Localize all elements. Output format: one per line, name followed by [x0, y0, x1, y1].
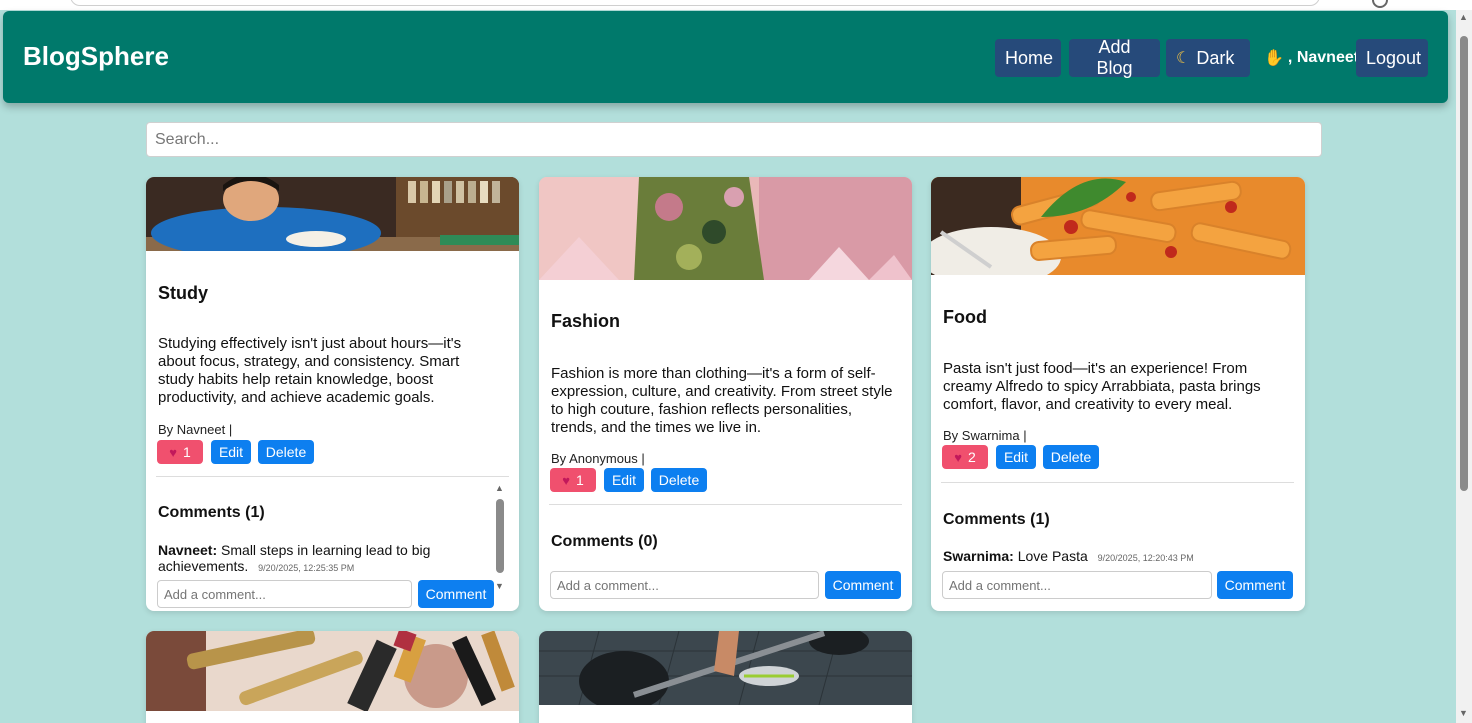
like-button[interactable]: ♥ 1	[550, 468, 596, 492]
study-image	[146, 177, 519, 251]
search-input[interactable]	[146, 122, 1322, 157]
navbar: BlogSphere Home Add Blog ☾ Dark ✋ , Navn…	[3, 11, 1448, 103]
page-scroll-thumb[interactable]	[1460, 36, 1468, 491]
home-button[interactable]: Home	[995, 39, 1061, 77]
like-button[interactable]: ♥ 1	[157, 440, 203, 464]
heart-icon: ♥	[954, 449, 962, 465]
add-blog-button[interactable]: Add Blog	[1069, 37, 1160, 78]
browser-address-bar[interactable]	[70, 0, 1320, 6]
comment-input[interactable]	[550, 571, 819, 599]
delete-button[interactable]: Delete	[258, 440, 314, 464]
scroll-down-arrow-icon[interactable]: ▼	[495, 581, 504, 591]
edit-button[interactable]: Edit	[211, 440, 251, 464]
divider	[156, 476, 509, 477]
comments-scroll-thumb[interactable]	[496, 499, 504, 573]
comment-text: Love Pasta	[1017, 548, 1088, 564]
comment-input[interactable]	[157, 580, 412, 608]
divider	[549, 504, 902, 505]
scroll-up-arrow-icon[interactable]: ▲	[1459, 12, 1468, 22]
blog-card-fashion: Fashion Fashion is more than clothing—it…	[539, 177, 912, 611]
comments-scrollbar[interactable]: ▲ ▼	[495, 483, 505, 593]
like-count: 2	[967, 449, 976, 465]
makeup-image	[146, 631, 519, 711]
comment-button[interactable]: Comment	[418, 580, 494, 608]
blog-card-fitness	[539, 631, 912, 723]
fashion-image	[539, 177, 912, 280]
divider	[941, 482, 1294, 483]
comments-title: Comments (0)	[551, 533, 658, 550]
comment-button[interactable]: Comment	[825, 571, 901, 599]
dark-mode-toggle[interactable]: ☾ Dark	[1166, 39, 1250, 77]
dark-mode-label: Dark	[1196, 47, 1235, 68]
delete-button[interactable]: Delete	[1043, 445, 1099, 469]
user-greeting: ✋ , Navneet	[1264, 48, 1359, 68]
comment-timestamp: 9/20/2025, 12:20:43 PM	[1097, 553, 1194, 563]
page-scrollbar[interactable]: ▲ ▼	[1456, 10, 1472, 723]
blog-card-food: Food Pasta isn't just food—it's an exper…	[931, 177, 1305, 611]
post-text: Pasta isn't just food—it's an experience…	[943, 360, 1261, 413]
like-count: 1	[575, 472, 584, 488]
post-byline: By Navneet |	[158, 422, 233, 437]
post-text: Fashion is more than clothing—it's a for…	[551, 365, 893, 436]
fitness-image	[539, 631, 912, 705]
greeting-text: , Navneet	[1287, 49, 1360, 66]
post-title: Study	[158, 283, 209, 303]
like-button[interactable]: ♥ 2	[942, 445, 988, 469]
wave-icon: ✋	[1264, 50, 1284, 67]
heart-icon: ♥	[169, 444, 177, 460]
comment-item: Navneet: Small steps in learning lead to…	[158, 542, 488, 576]
post-byline: By Anonymous |	[551, 451, 645, 466]
logout-button[interactable]: Logout	[1356, 39, 1428, 77]
edit-button[interactable]: Edit	[604, 468, 644, 492]
brand-logo[interactable]: BlogSphere	[23, 41, 169, 72]
blog-card-study: Study Studying effectively isn't just ab…	[146, 177, 519, 611]
scroll-down-arrow-icon[interactable]: ▼	[1459, 708, 1468, 718]
comment-author: Swarnima:	[943, 548, 1014, 564]
blog-card-makeup	[146, 631, 519, 723]
comment-input[interactable]	[942, 571, 1212, 599]
post-title: Food	[943, 307, 987, 327]
delete-button[interactable]: Delete	[651, 468, 707, 492]
edit-button[interactable]: Edit	[996, 445, 1036, 469]
comment-item: Swarnima: Love Pasta 9/20/2025, 12:20:43…	[943, 548, 1293, 566]
comments-title: Comments (1)	[158, 504, 265, 521]
scroll-up-arrow-icon[interactable]: ▲	[495, 483, 504, 493]
heart-icon: ♥	[562, 472, 570, 488]
comment-button[interactable]: Comment	[1217, 571, 1293, 599]
like-count: 1	[182, 444, 191, 460]
food-image	[931, 177, 1305, 275]
comment-author: Navneet:	[158, 542, 218, 558]
post-text: Studying effectively isn't just about ho…	[158, 335, 462, 406]
comment-timestamp: 9/20/2025, 12:25:35 PM	[258, 563, 355, 573]
post-byline: By Swarnima |	[943, 428, 1027, 443]
comments-title: Comments (1)	[943, 511, 1050, 528]
post-title: Fashion	[551, 311, 621, 331]
moon-icon: ☾	[1176, 50, 1191, 67]
